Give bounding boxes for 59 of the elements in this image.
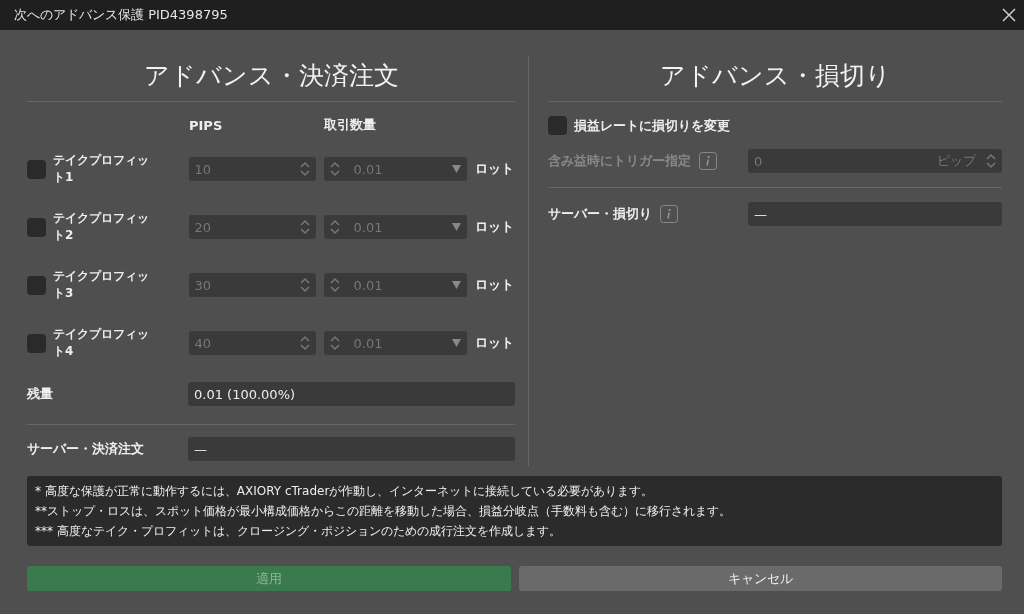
close-icon[interactable]	[1002, 8, 1016, 22]
unit-label: ロット	[474, 334, 514, 352]
caret-icon	[451, 165, 461, 173]
caret-icon	[451, 281, 461, 289]
server-stop-loss-label: サーバー・損切り	[548, 205, 652, 223]
checkbox[interactable]	[27, 333, 46, 353]
section-title: アドバンス・決済注文	[142, 60, 400, 92]
remaining-field: 0.01 (100.00%)	[188, 382, 515, 406]
spinner-icon[interactable]	[329, 219, 340, 235]
caret-icon	[451, 223, 461, 231]
server-stop-loss-field: —	[748, 202, 1002, 226]
volume-value: 0.01	[353, 219, 384, 235]
unit-label: ロット	[474, 276, 514, 294]
volume-dropdown[interactable]: 0.01	[323, 215, 467, 239]
spinner-icon[interactable]	[299, 219, 310, 235]
spinner-icon[interactable]	[329, 335, 340, 351]
pips-field[interactable]: 20	[188, 215, 316, 239]
info-icon[interactable]	[660, 205, 678, 223]
take-profit-label: テイクプロフィット4	[53, 325, 150, 360]
checkbox[interactable]	[548, 116, 567, 135]
trigger-label: 含み益時にトリガー指定	[548, 152, 691, 170]
server-take-profit-field: —	[188, 437, 515, 461]
spinner-icon[interactable]	[299, 335, 310, 351]
volume-value: 0.01	[353, 335, 384, 351]
volume-dropdown[interactable]: 0.01	[323, 273, 467, 297]
server-take-profit-label: サーバー・決済注文	[27, 440, 145, 458]
checkbox[interactable]	[27, 159, 46, 179]
spinner-icon[interactable]	[329, 277, 340, 293]
remaining-label: 残量	[27, 385, 54, 403]
window-title: 次へのアドバンス保護 PID4398795	[14, 6, 228, 24]
trigger-value: 0	[754, 153, 764, 169]
take-profit-label: テイクプロフィット2	[53, 209, 150, 244]
spinner-icon[interactable]	[329, 161, 340, 177]
unit-label: ロット	[474, 218, 514, 236]
take-profit-label: テイクプロフィット1	[53, 151, 150, 186]
volume-value: 0.01	[353, 277, 384, 293]
section-title: アドバンス・損切り	[658, 60, 892, 92]
column-header: 取引数量	[324, 116, 376, 134]
note-text: * 高度な保護が正常に動作するには、AXIORY cTraderが作動し、インターネットに接続している必要があります。	[35, 483, 655, 500]
cancel-button[interactable]: キャンセル	[518, 566, 1002, 591]
column-header: PIPS	[189, 117, 224, 133]
volume-value: 0.01	[353, 161, 384, 177]
unit-label: ロット	[474, 160, 514, 178]
volume-dropdown[interactable]: 0.01	[323, 157, 467, 181]
pips-field[interactable]: 30	[188, 273, 316, 297]
spinner-icon[interactable]	[986, 153, 996, 169]
pips-field[interactable]: 10	[188, 157, 316, 181]
breakeven-label: 損益レートに損切りを変更	[574, 116, 730, 135]
pips-field[interactable]: 40	[188, 331, 316, 355]
note-text: *** 高度なテイク・プロフィットは、クロージング・ポジションのための成行注文を作成します。	[35, 523, 562, 540]
take-profit-label: テイクプロフィット3	[53, 267, 150, 302]
note-text: **ストップ・ロスは、スポット価格が最小構成価格からこの距離を移動した場合、損益分岐点（手数料も含む）に移行されます。	[35, 503, 732, 520]
volume-dropdown[interactable]: 0.01	[323, 331, 467, 355]
info-icon[interactable]	[699, 152, 717, 170]
checkbox[interactable]	[27, 217, 46, 237]
caret-icon	[451, 339, 461, 347]
checkbox[interactable]	[27, 275, 46, 295]
spinner-icon[interactable]	[299, 277, 310, 293]
spinner-icon[interactable]	[299, 161, 310, 177]
